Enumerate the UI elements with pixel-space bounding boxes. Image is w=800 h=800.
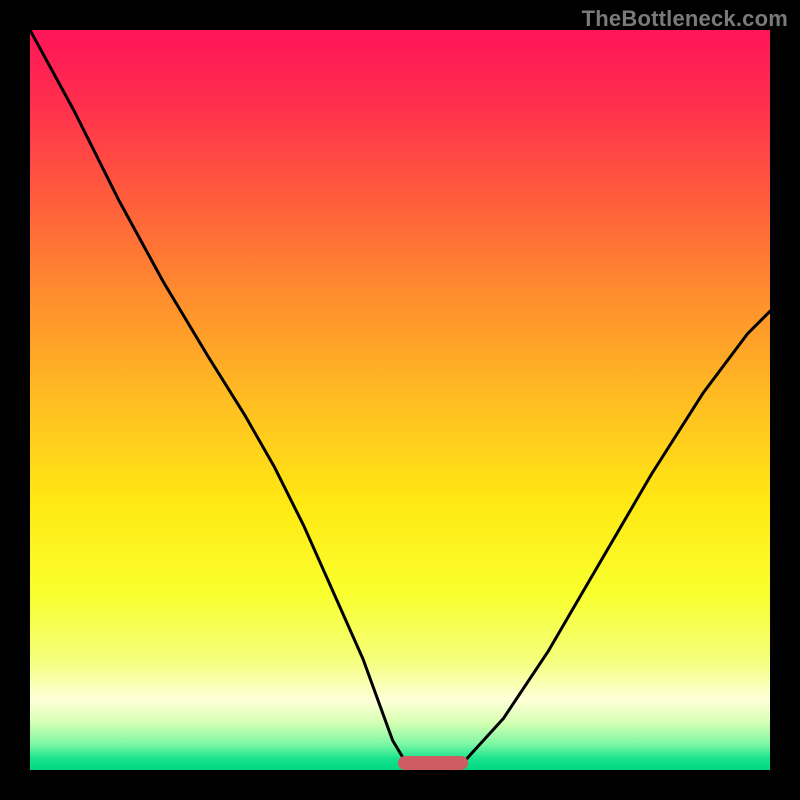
- watermark-text: TheBottleneck.com: [582, 6, 788, 32]
- bottleneck-curve: [30, 30, 770, 770]
- optimal-range-indicator: [398, 756, 468, 770]
- plot-area: [30, 30, 770, 770]
- chart-frame: TheBottleneck.com: [0, 0, 800, 800]
